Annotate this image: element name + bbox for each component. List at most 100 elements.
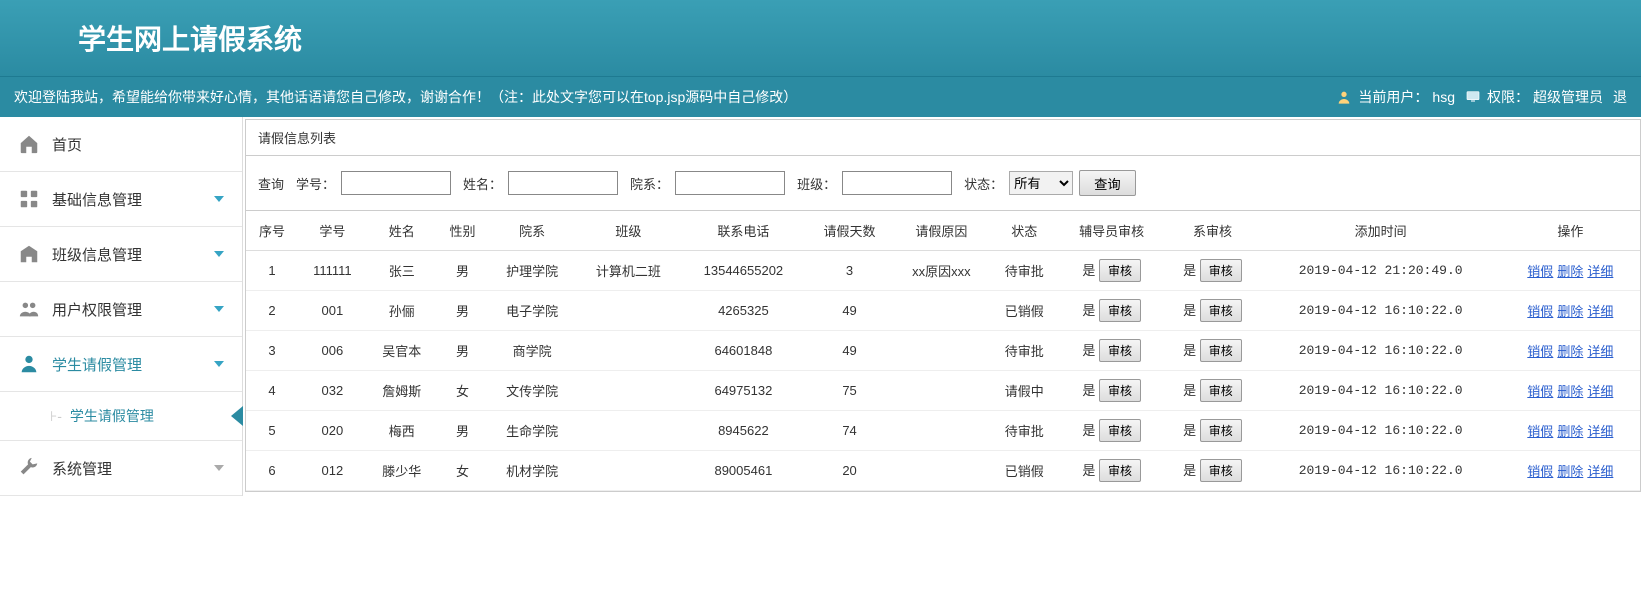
cancel-link[interactable]: 销假 (1527, 344, 1553, 359)
users-icon (18, 298, 40, 320)
cell-class (576, 371, 681, 411)
status-select[interactable]: 所有 (1009, 171, 1073, 195)
detail-link[interactable]: 详细 (1587, 264, 1613, 279)
cell-status: 已销假 (989, 291, 1059, 331)
dept-review-button[interactable]: 审核 (1200, 339, 1242, 362)
detail-link[interactable]: 详细 (1587, 464, 1613, 479)
advisor-review-button[interactable]: 审核 (1099, 299, 1141, 322)
cell-addtime: 2019-04-12 16:10:22.0 (1261, 451, 1501, 491)
detail-link[interactable]: 详细 (1587, 304, 1613, 319)
dept-review-button[interactable]: 审核 (1200, 259, 1242, 282)
header-subbar: 欢迎登陆我站，希望能给你带来好心情，其他话语请您自己修改，谢谢合作！（注：此处文… (0, 77, 1641, 117)
delete-link[interactable]: 删除 (1557, 344, 1583, 359)
sidebar-subitem-leave[interactable]: 学生请假管理 (0, 392, 242, 441)
cell-dept-review: 是 审核 (1164, 411, 1260, 451)
cell-days: 74 (806, 411, 893, 451)
delete-link[interactable]: 删除 (1557, 424, 1583, 439)
detail-link[interactable]: 详细 (1587, 344, 1613, 359)
chevron-down-icon (214, 361, 224, 367)
cell-name: 滕少华 (367, 451, 437, 491)
dept-review-button[interactable]: 审核 (1200, 459, 1242, 482)
cell-reason: xx原因xxx (893, 251, 989, 291)
cell-id: 020 (298, 411, 367, 451)
cell-name: 张三 (367, 251, 437, 291)
search-button[interactable]: 查询 (1079, 170, 1136, 196)
id-label: 学号： (296, 174, 335, 193)
cancel-link[interactable]: 销假 (1527, 264, 1553, 279)
advisor-review-button[interactable]: 审核 (1099, 459, 1141, 482)
col-dept-review: 系审核 (1164, 211, 1260, 251)
advisor-review-button[interactable]: 审核 (1099, 259, 1141, 282)
cell-addtime: 2019-04-12 21:20:49.0 (1261, 251, 1501, 291)
cell-seq: 1 (246, 251, 298, 291)
delete-link[interactable]: 删除 (1557, 264, 1583, 279)
delete-link[interactable]: 删除 (1557, 384, 1583, 399)
sidebar-item-class[interactable]: 班级信息管理 (0, 227, 242, 282)
dept-review-button[interactable]: 审核 (1200, 419, 1242, 442)
sidebar-label: 系统管理 (52, 458, 112, 479)
sidebar-item-system[interactable]: 系统管理 (0, 441, 242, 496)
cancel-link[interactable]: 销假 (1527, 304, 1553, 319)
person-icon (18, 353, 40, 375)
cell-gender: 男 (437, 291, 489, 331)
cell-reason (893, 451, 989, 491)
class-label: 班级： (797, 174, 836, 193)
col-class: 班级 (576, 211, 681, 251)
cell-addtime: 2019-04-12 16:10:22.0 (1261, 411, 1501, 451)
cell-gender: 女 (437, 451, 489, 491)
header-bar: 学生网上请假系统 (0, 0, 1641, 77)
table-header-row: 序号 学号 姓名 性别 院系 班级 联系电话 请假天数 请假原因 状态 辅导员审… (246, 211, 1640, 251)
user-info: 当前用户： hsg 权限： 超级管理员 退 (1336, 87, 1627, 107)
cancel-link[interactable]: 销假 (1527, 424, 1553, 439)
cell-phone: 89005461 (681, 451, 806, 491)
cell-days: 20 (806, 451, 893, 491)
advisor-review-button[interactable]: 审核 (1099, 339, 1141, 362)
cell-status: 请假中 (989, 371, 1059, 411)
user-value: hsg (1432, 89, 1455, 105)
grid-icon (18, 188, 40, 210)
delete-link[interactable]: 删除 (1557, 464, 1583, 479)
cell-gender: 男 (437, 411, 489, 451)
sidebar-label: 用户权限管理 (52, 299, 142, 320)
cancel-link[interactable]: 销假 (1527, 384, 1553, 399)
cell-id: 006 (298, 331, 367, 371)
name-input[interactable] (508, 171, 618, 195)
cell-status: 待审批 (989, 411, 1059, 451)
logout-link[interactable]: 退 (1613, 87, 1627, 107)
cell-phone: 4265325 (681, 291, 806, 331)
class-input[interactable] (842, 171, 952, 195)
table-row: 4032詹姆斯女文传学院6497513275请假中是 审核是 审核2019-04… (246, 371, 1640, 411)
detail-link[interactable]: 详细 (1587, 424, 1613, 439)
sidebar-item-home[interactable]: 首页 (0, 117, 242, 172)
cell-name: 吴官本 (367, 331, 437, 371)
cell-id: 012 (298, 451, 367, 491)
chevron-down-icon (214, 196, 224, 202)
monitor-icon (1465, 89, 1481, 105)
cell-reason (893, 411, 989, 451)
detail-link[interactable]: 详细 (1587, 384, 1613, 399)
col-op: 操作 (1501, 211, 1640, 251)
cancel-link[interactable]: 销假 (1527, 464, 1553, 479)
cell-op: 销假删除详细 (1501, 291, 1640, 331)
cell-name: 孙俪 (367, 291, 437, 331)
id-input[interactable] (341, 171, 451, 195)
panel: 请假信息列表 查询 学号： 姓名： 院系： 班级： 状态： 所有 查询 序号 (245, 119, 1641, 492)
advisor-review-button[interactable]: 审核 (1099, 379, 1141, 402)
cell-addtime: 2019-04-12 16:10:22.0 (1261, 331, 1501, 371)
dept-label: 院系： (630, 174, 669, 193)
table-row: 1111111张三男护理学院计算机二班135446552023xx原因xxx待审… (246, 251, 1640, 291)
data-table: 序号 学号 姓名 性别 院系 班级 联系电话 请假天数 请假原因 状态 辅导员审… (246, 211, 1640, 491)
col-days: 请假天数 (806, 211, 893, 251)
dept-review-button[interactable]: 审核 (1200, 379, 1242, 402)
cell-op: 销假删除详细 (1501, 371, 1640, 411)
delete-link[interactable]: 删除 (1557, 304, 1583, 319)
advisor-review-button[interactable]: 审核 (1099, 419, 1141, 442)
sidebar-item-leave[interactable]: 学生请假管理 (0, 337, 242, 392)
cell-id: 001 (298, 291, 367, 331)
sidebar-item-user[interactable]: 用户权限管理 (0, 282, 242, 337)
sidebar-item-base[interactable]: 基础信息管理 (0, 172, 242, 227)
dept-review-button[interactable]: 审核 (1200, 299, 1242, 322)
dept-input[interactable] (675, 171, 785, 195)
cell-op: 销假删除详细 (1501, 451, 1640, 491)
cell-advisor: 是 审核 (1059, 371, 1164, 411)
